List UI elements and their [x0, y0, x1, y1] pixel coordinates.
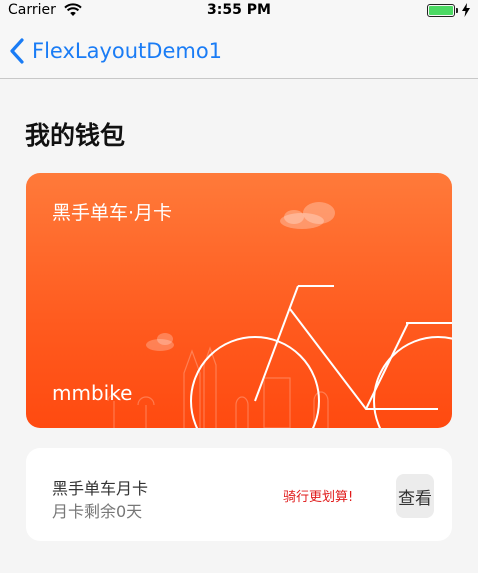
page-title: 我的钱包	[25, 121, 126, 150]
navigation-bar: FlexLayoutDemo1	[0, 22, 478, 79]
status-time: 3:55 PM	[207, 2, 271, 18]
back-button[interactable]: FlexLayoutDemo1	[8, 36, 222, 66]
card-name: 黑手单车月卡	[52, 479, 149, 498]
card-brand: mmbike	[52, 381, 133, 405]
back-chevron-icon	[10, 38, 24, 64]
card-info-panel: 黑手单车月卡 月卡剩余0天 骑行更划算! 查看	[26, 448, 452, 541]
card-remaining-days: 月卡剩余0天	[52, 502, 143, 521]
card-title: 黑手单车·月卡	[52, 202, 173, 224]
status-bar: Carrier 3:55 PM	[0, 0, 478, 22]
back-button-label: FlexLayoutDemo1	[32, 39, 223, 63]
cloud-icon	[146, 333, 174, 351]
view-button[interactable]: 查看	[396, 474, 434, 518]
membership-card[interactable]: 黑手单车·月卡 mmbike	[26, 173, 452, 428]
cloud-icon	[280, 202, 335, 229]
battery-icon	[427, 4, 458, 17]
promo-text: 骑行更划算!	[283, 490, 354, 505]
charging-bolt-icon	[462, 3, 470, 17]
